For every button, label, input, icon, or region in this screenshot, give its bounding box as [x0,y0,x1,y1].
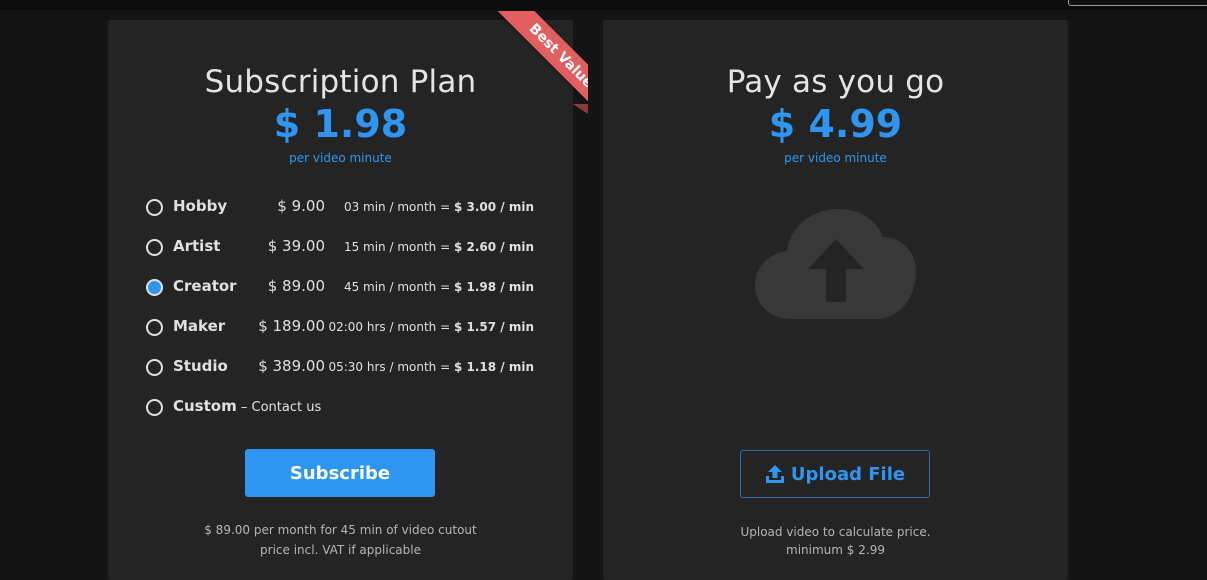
payg-note-line1: Upload video to calculate price. [740,525,931,539]
plan-rate-value: $ 3.00 / min [453,200,534,214]
plan-rate: 15 min / month = $ 2.60 / min [344,237,534,257]
cloud-upload-icon[interactable] [753,207,918,325]
radio-button[interactable] [146,399,163,416]
plan-name: Artist [173,237,221,255]
plan-rate: 05:30 hrs / month = $ 1.18 / min [328,357,534,377]
plan-name: Maker [173,317,226,335]
radio-button[interactable] [146,319,163,336]
plan-rate-quota: 45 min / month = [343,280,454,294]
contact-us-label: – Contact us [236,400,322,415]
plan-rate: 45 min / month = $ 1.98 / min [344,277,534,297]
plan-option-maker[interactable]: Maker $ 189.00 02:00 hrs / month = $ 1.57 … [146,316,546,338]
plan-name: Creator [173,277,237,295]
radio-button[interactable] [146,239,163,256]
radio-button[interactable] [146,279,163,296]
plan-rate: 03 min / month = $ 3.00 / min [344,197,534,217]
radio-button[interactable] [146,359,163,376]
subscription-price-unit: per video minute [289,151,392,165]
plan-option-hobby[interactable]: Hobby $ 9.00 03 min / month = $ 3.00 / min [146,196,546,218]
plan-rate-value: $ 2.60 / min [453,240,534,254]
plan-price: $ 39.00 [267,237,325,255]
upload-icon [765,465,784,483]
plan-rate-value: $ 1.18 / min [453,360,534,374]
plan-price: $ 389.00 [258,357,325,375]
radio-button[interactable] [146,199,163,216]
upload-file-label: Upload File [790,463,906,485]
plan-rate-value: $ 1.98 / min [453,280,534,294]
plan-rate: 02:00 hrs / month = $ 1.57 / min [328,317,534,337]
payg-title: Pay as you go [726,64,945,100]
subscription-price: $ 1.98 [273,102,408,146]
plan-rate-quota: 05:30 hrs / month = [328,360,454,374]
plan-option-creator[interactable]: Creator $ 89.00 45 min / month = $ 1.98 / … [146,276,546,298]
payg-price: $ 4.99 [768,102,903,146]
subscribe-button[interactable]: Subscribe [245,449,435,497]
plan-option-custom[interactable]: Custom – Contact us [146,396,546,418]
plan-option-artist[interactable]: Artist $ 39.00 15 min / month = $ 2.60 / m… [146,236,546,258]
top-bar [0,0,1207,10]
plan-rate-quota: 03 min / month = [343,200,454,214]
upload-file-button[interactable]: Upload File [740,450,930,498]
plan-price: $ 89.00 [267,277,325,295]
plan-price: $ 189.00 [258,317,325,335]
subscription-note-line2: price incl. VAT if applicable [260,543,421,557]
plan-price: $ 9.00 [277,197,325,215]
plan-option-studio[interactable]: Studio $ 389.00 05:30 hrs / month = $ 1.18… [146,356,546,378]
payg-price-unit: per video minute [784,151,887,165]
subscription-plan-card: Subscription Plan Best Value $ 1.98 per … [108,11,588,580]
plan-name: Hobby [173,197,228,215]
payg-note-line2: minimum $ 2.99 [786,543,885,557]
plan-rate-quota: 02:00 hrs / month = [328,320,454,334]
plan-rate-value: $ 1.57 / min [453,320,534,334]
pay-as-you-go-card: Pay as you go $ 4.99 per video minute Up… [603,20,1068,580]
plan-name: Studio [173,357,228,375]
plan-name: Custom – Contact us [173,397,322,415]
plan-rate-quota: 15 min / month = [343,240,454,254]
subscription-note-line1: $ 89.00 per month for 45 min of video cu… [204,523,477,537]
ribbon-fold [573,104,588,114]
top-right-box[interactable] [1068,0,1207,6]
